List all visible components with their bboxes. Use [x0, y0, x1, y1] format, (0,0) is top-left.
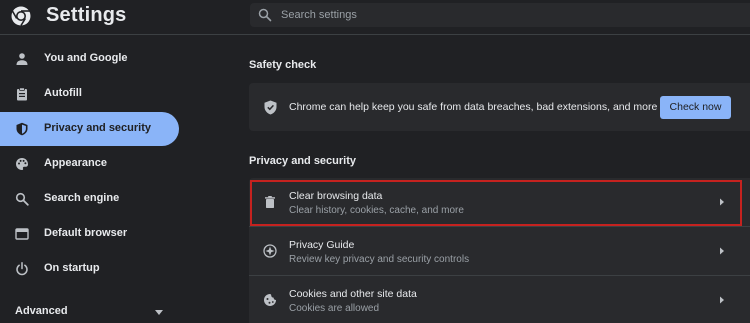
sidebar: You and Google Autofill Privacy and secu…	[0, 35, 230, 323]
shield-check-icon	[264, 100, 277, 115]
clipboard-icon	[17, 87, 27, 101]
sidebar-item-appearance[interactable]: Appearance	[0, 147, 179, 181]
row-subtitle: Cookies are allowed	[289, 303, 380, 314]
safety-check-description: Chrome can help keep you safe from data …	[289, 101, 658, 113]
header: Settings	[0, 0, 750, 34]
privacy-card: Clear browsing data Clear history, cooki…	[249, 178, 750, 323]
cookies-row[interactable]: Cookies and other site data Cookies are …	[249, 276, 750, 323]
row-subtitle: Review key privacy and security controls	[289, 254, 470, 265]
chevron-right-icon	[720, 198, 724, 206]
sidebar-item-on-startup[interactable]: On startup	[0, 252, 179, 286]
palette-icon	[16, 158, 28, 170]
sidebar-item-you-and-google[interactable]: You and Google	[0, 42, 179, 76]
safety-check-card: Chrome can help keep you safe from data …	[249, 83, 750, 131]
power-icon	[16, 262, 28, 276]
sidebar-item-label: Default browser	[44, 227, 128, 239]
trash-icon	[265, 196, 275, 208]
person-icon	[16, 53, 28, 65]
search-input[interactable]	[281, 6, 721, 24]
sidebar-item-label: You and Google	[44, 52, 128, 64]
sidebar-item-label: Privacy and security	[44, 122, 152, 134]
sidebar-item-privacy-and-security[interactable]: Privacy and security	[0, 112, 179, 146]
browser-window-icon	[15, 228, 29, 240]
cookie-icon	[264, 294, 276, 306]
section-title-safety-check: Safety check	[249, 59, 317, 71]
chevron-down-icon	[155, 310, 163, 315]
row-title: Cookies and other site data	[289, 288, 417, 300]
sidebar-item-search-engine[interactable]: Search engine	[0, 182, 179, 216]
sidebar-item-label: On startup	[44, 262, 100, 274]
clear-browsing-data-row[interactable]: Clear browsing data Clear history, cooki…	[249, 178, 750, 226]
sidebar-advanced-toggle[interactable]: Advanced	[0, 301, 179, 323]
chevron-right-icon	[720, 296, 724, 304]
sidebar-item-label: Autofill	[44, 87, 82, 99]
search-icon	[258, 8, 272, 22]
check-now-button[interactable]: Check now	[660, 96, 731, 119]
chrome-logo-icon	[11, 6, 31, 26]
section-title-privacy: Privacy and security	[249, 155, 357, 167]
sidebar-item-label: Appearance	[44, 157, 107, 169]
sidebar-item-autofill[interactable]: Autofill	[0, 77, 179, 111]
advanced-label: Advanced	[15, 305, 68, 317]
shield-icon	[16, 122, 28, 136]
compass-icon	[263, 244, 277, 258]
page-title: Settings	[46, 4, 127, 26]
sidebar-item-label: Search engine	[44, 192, 120, 204]
search-icon	[15, 192, 29, 206]
row-title: Privacy Guide	[289, 239, 355, 251]
search-box[interactable]	[250, 3, 750, 27]
chevron-right-icon	[720, 247, 724, 255]
row-title: Clear browsing data	[289, 190, 383, 202]
row-subtitle: Clear history, cookies, cache, and more	[289, 205, 464, 216]
privacy-guide-row[interactable]: Privacy Guide Review key privacy and sec…	[249, 227, 750, 275]
sidebar-item-default-browser[interactable]: Default browser	[0, 217, 179, 251]
